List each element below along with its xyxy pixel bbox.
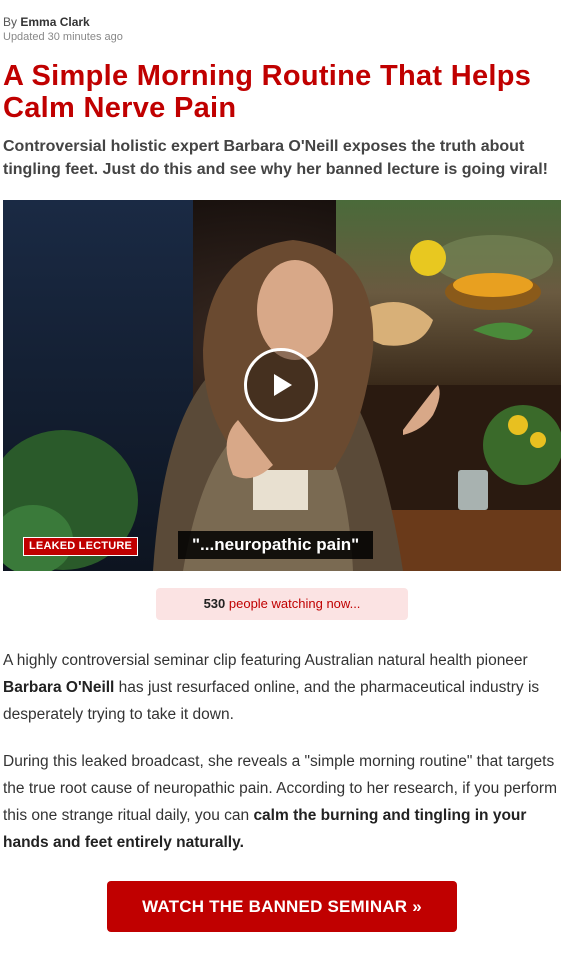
updated-timestamp: Updated 30 minutes ago (3, 31, 123, 43)
body-paragraph-2: During this leaked broadcast, she reveal… (3, 748, 559, 856)
article-subhead: Controversial holistic expert Barbara O'… (3, 138, 548, 178)
viewer-count: 530 (203, 596, 226, 611)
byline-prefix: By (3, 15, 21, 29)
viewer-count-banner: 530 people watching now... (156, 588, 408, 620)
video-caption: "...neuropathic pain" (178, 531, 374, 559)
viewer-count-label: people watching now... (225, 596, 361, 611)
body-paragraph-1: A highly controversial seminar clip feat… (3, 647, 559, 728)
play-button[interactable] (244, 348, 318, 422)
leaked-lecture-badge: LEAKED LECTURE (23, 537, 139, 556)
play-icon (274, 374, 292, 396)
byline: By Emma Clark (3, 15, 90, 30)
author-name[interactable]: Emma Clark (20, 15, 89, 29)
p1-bold-name: Barbara O'Neill (3, 679, 115, 696)
video-player[interactable]: LEAKED LECTURE "...neuropathic pain" (3, 200, 561, 571)
watch-seminar-button[interactable]: WATCH THE BANNED SEMINAR » (107, 881, 457, 932)
article-headline: A Simple Morning Routine That Helps Calm… (3, 60, 532, 124)
p1-text-a: A highly controversial seminar clip feat… (3, 652, 528, 669)
